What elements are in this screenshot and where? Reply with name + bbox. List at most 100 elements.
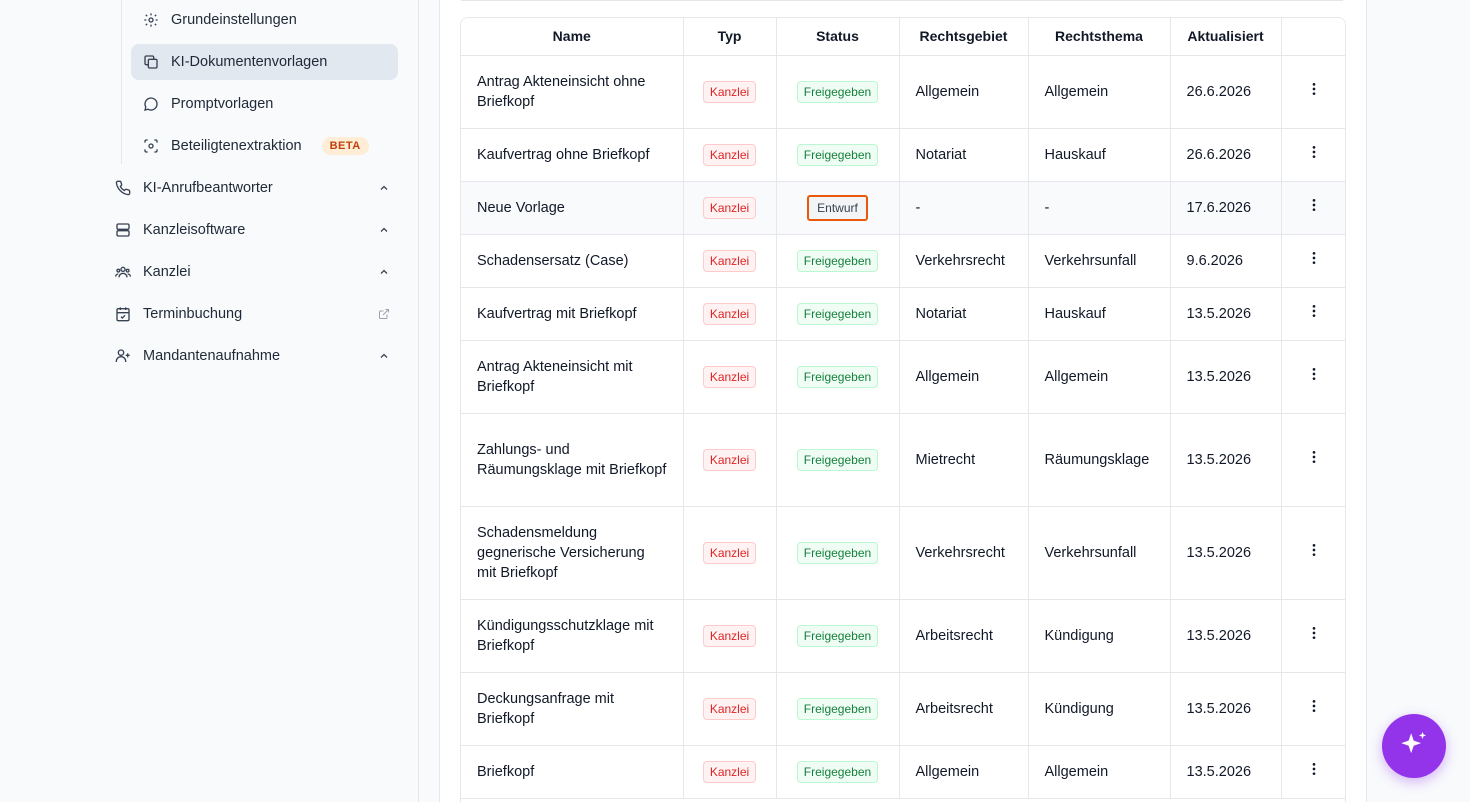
cell-status: Entwurf [776, 181, 900, 235]
table-row[interactable]: Neue Vorlage Kanzlei Entwurf - - 17.6.2026 [461, 181, 1346, 235]
phone-icon [115, 180, 131, 196]
status-badge: Freigegeben [796, 80, 879, 103]
table-row[interactable]: Deckungsanfrage mit Briefkopf Kanzlei Frei… [461, 672, 1346, 746]
rechtsgebiet-text: Allgemein [915, 763, 980, 780]
cell-actions [1281, 599, 1346, 673]
more-vertical-icon[interactable] [1282, 81, 1346, 97]
typ-badge: Kanzlei [702, 80, 757, 103]
updated-date: 13.5.2026 [1186, 544, 1252, 561]
more-vertical-icon[interactable] [1282, 449, 1346, 465]
ai-assistant-button[interactable] [1382, 714, 1446, 778]
status-badge: Freigegeben [796, 624, 879, 647]
rechtsthema-text: Verkehrsunfall [1044, 544, 1137, 561]
cell-name: Deckungsanfrage mit Briefkopf [461, 672, 684, 746]
cell-aktualisiert: 13.5.2026 [1170, 745, 1282, 799]
rechtsthema-text: Hauskauf [1044, 146, 1106, 163]
more-vertical-icon[interactable] [1282, 366, 1346, 382]
sidebar-item-kanzlei[interactable]: Kanzlei [115, 254, 390, 290]
sidebar-subitem-beteiligtenextraktion[interactable]: Beteiligtenextraktion BETA [131, 128, 398, 164]
cell-rechtsthema: Hauskauf [1028, 128, 1171, 182]
table-row[interactable]: Antrag Akteneinsicht ohne Briefkopf Kanzl… [461, 55, 1346, 129]
sparkle-icon [1397, 729, 1431, 763]
table-row[interactable]: Schadensersatz (Case) Kanzlei Freigegeben V… [461, 234, 1346, 288]
more-vertical-icon[interactable] [1282, 144, 1346, 160]
cell-actions [1281, 340, 1346, 414]
rechtsthema-text: Räumungsklage [1044, 451, 1150, 468]
cell-typ: Kanzlei [683, 745, 777, 799]
typ-badge: Kanzlei [702, 448, 757, 471]
cell-aktualisiert: 13.5.2026 [1170, 672, 1282, 746]
table-row[interactable]: Schadensmeldung gegnerische Versicherung… [461, 506, 1346, 600]
status-badge: Freigegeben [796, 448, 879, 471]
sidebar-item-mandantenaufnahme[interactable]: Mandantenaufnahme [115, 338, 390, 374]
cell-status: Freigegeben [776, 234, 900, 288]
status-badge: Freigegeben [796, 143, 879, 166]
template-name: Antrag Akteneinsicht mit Briefkopf [477, 358, 633, 395]
sidebar-item-kanzleisoftware[interactable]: Kanzleisoftware [115, 212, 390, 248]
column-header-actions [1281, 18, 1345, 56]
chevron-up-icon[interactable] [378, 224, 390, 236]
more-vertical-icon[interactable] [1282, 698, 1346, 714]
column-header-aktualisiert[interactable]: Aktualisiert [1170, 18, 1282, 56]
table-row[interactable]: Kaufvertrag mit Briefkopf Kanzlei Freigege… [461, 287, 1346, 341]
cell-aktualisiert: 13.5.2026 [1170, 287, 1282, 341]
cell-rechtsgebiet: Arbeitsrecht [899, 672, 1029, 746]
column-header-status[interactable]: Status [776, 18, 900, 56]
sidebar-subitem-ki-dokumentenvorlagen[interactable]: KI-Dokumentenvorlagen [131, 44, 398, 80]
typ-badge: Kanzlei [702, 365, 757, 388]
template-name: Schadensersatz (Case) [477, 252, 629, 269]
template-name: Antrag Akteneinsicht ohne Briefkopf [477, 73, 646, 110]
cell-name: Schadensersatz (Case) [461, 234, 684, 288]
table-row[interactable]: Kaufvertrag ohne Briefkopf Kanzlei Freigeg… [461, 128, 1346, 182]
copy-icon [143, 54, 159, 70]
cell-rechtsthema: - [1028, 181, 1171, 235]
chat-bubble-icon [143, 96, 159, 112]
cell-typ: Kanzlei [683, 55, 777, 129]
table-row[interactable]: Antrag Akteneinsicht mit Briefkopf Kanzle… [461, 340, 1346, 414]
column-header-rechtsgebiet[interactable]: Rechtsgebiet [899, 18, 1029, 56]
sidebar-item-label: Kanzleisoftware [143, 222, 246, 238]
column-header-typ[interactable]: Typ [683, 18, 777, 56]
table-row[interactable]: Briefkopf Kanzlei Freigegeben Allgemein Allg… [461, 745, 1346, 799]
more-vertical-icon[interactable] [1282, 250, 1346, 266]
chevron-up-icon[interactable] [378, 266, 390, 278]
rechtsgebiet-text: Notariat [915, 146, 967, 163]
scan-face-icon [143, 138, 159, 154]
table-row[interactable]: Zahlungs- und Räumungsklage mit Briefkop… [461, 413, 1346, 507]
updated-date: 13.5.2026 [1186, 451, 1252, 468]
sidebar-subitem-promptvorlagen[interactable]: Promptvorlagen [131, 86, 398, 122]
cell-aktualisiert: 13.5.2026 [1170, 413, 1282, 507]
chevron-up-icon[interactable] [378, 350, 390, 362]
column-header-name[interactable]: Name [461, 18, 684, 56]
cell-rechtsthema: Verkehrsunfall [1028, 234, 1171, 288]
external-link-icon[interactable] [378, 308, 390, 320]
more-vertical-icon[interactable] [1282, 303, 1346, 319]
more-vertical-icon[interactable] [1282, 197, 1346, 213]
cell-aktualisiert: 17.6.2026 [1170, 181, 1282, 235]
template-name: Schadensmeldung gegnerische Versicherung… [477, 524, 645, 581]
sidebar-subitem-grundeinstellungen[interactable]: Grundeinstellungen [131, 2, 398, 38]
cell-typ: Kanzlei [683, 234, 777, 288]
cell-status: Freigegeben [776, 745, 900, 799]
rechtsgebiet-text: Notariat [915, 305, 967, 322]
more-vertical-icon[interactable] [1282, 542, 1346, 558]
sidebar-item-label: KI-Anrufbeantworter [143, 180, 273, 196]
chevron-up-icon[interactable] [378, 182, 390, 194]
cell-rechtsgebiet: Notariat [899, 287, 1029, 341]
server-icon [115, 222, 131, 238]
cell-aktualisiert: 26.6.2026 [1170, 128, 1282, 182]
updated-date: 13.5.2026 [1186, 368, 1252, 385]
table-row[interactable]: Kündigungsschutzklage mit Briefkopf Kanzl… [461, 599, 1346, 673]
cell-rechtsgebiet: Arbeitsrecht [899, 599, 1029, 673]
sidebar-item-terminbuchung[interactable]: Terminbuchung [115, 296, 390, 332]
cell-name: Zahlungs- und Räumungsklage mit Briefkop… [461, 413, 684, 507]
more-vertical-icon[interactable] [1282, 761, 1346, 777]
cell-status: Freigegeben [776, 413, 900, 507]
template-name: Neue Vorlage [477, 199, 565, 216]
sidebar-item-ki-anrufbeantworter[interactable]: KI-Anrufbeantworter [115, 170, 390, 206]
sidebar-subitem-label: Promptvorlagen [171, 96, 274, 112]
rechtsgebiet-text: - [915, 199, 921, 216]
column-header-rechtsthema[interactable]: Rechtsthema [1028, 18, 1171, 56]
more-vertical-icon[interactable] [1282, 625, 1346, 641]
status-badge: Freigegeben [796, 760, 879, 783]
